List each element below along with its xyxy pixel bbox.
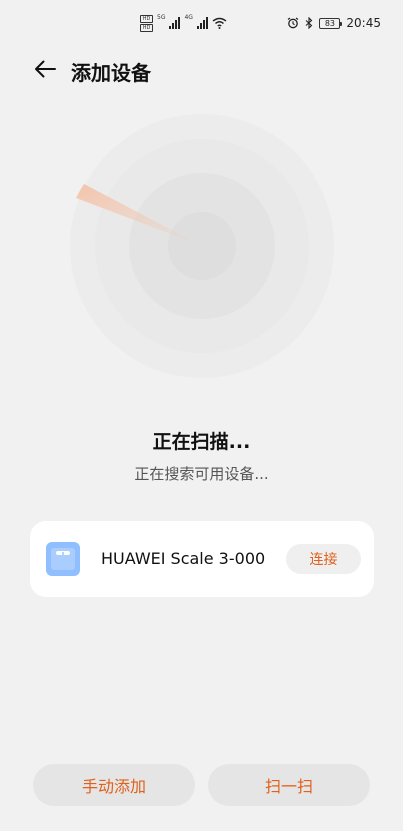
status-time: 20:45 <box>346 16 381 30</box>
status-right: 83 20:45 <box>287 13 381 33</box>
signal-1-icon <box>169 17 181 29</box>
bluetooth-icon <box>305 14 313 33</box>
device-list-item[interactable]: HUAWEI Scale 3-000 连接 <box>30 521 374 597</box>
status-left: HD HD 5G 4G <box>140 13 227 33</box>
header: 添加设备 <box>0 50 403 88</box>
signal-2-icon <box>196 17 208 29</box>
scan-qr-button[interactable]: 扫一扫 <box>208 764 370 806</box>
back-arrow-icon <box>35 60 56 78</box>
connect-button[interactable]: 连接 <box>286 544 361 574</box>
sim-stack: HD HD <box>140 14 153 32</box>
scan-radar-graphic <box>70 114 334 378</box>
status-bar: HD HD 5G 4G 83 20:45 <box>0 0 403 46</box>
wifi-icon <box>212 17 227 29</box>
network-type-1: 5G <box>157 14 166 21</box>
scale-device-icon <box>46 542 80 576</box>
back-button[interactable] <box>32 57 58 81</box>
battery-icon: 83 <box>319 17 343 29</box>
device-name: HUAWEI Scale 3-000 <box>101 549 266 568</box>
scan-status-subtitle: 正在搜索可用设备... <box>134 465 269 483</box>
sim1-hd-icon: HD <box>140 14 153 23</box>
alarm-icon <box>287 14 299 33</box>
scan-status-title: 正在扫描... <box>152 431 251 453</box>
page-title: 添加设备 <box>71 61 151 85</box>
sim2-hd-icon: HD <box>140 23 153 32</box>
manual-add-button[interactable]: 手动添加 <box>33 764 195 806</box>
network-type-2: 4G <box>184 14 193 21</box>
